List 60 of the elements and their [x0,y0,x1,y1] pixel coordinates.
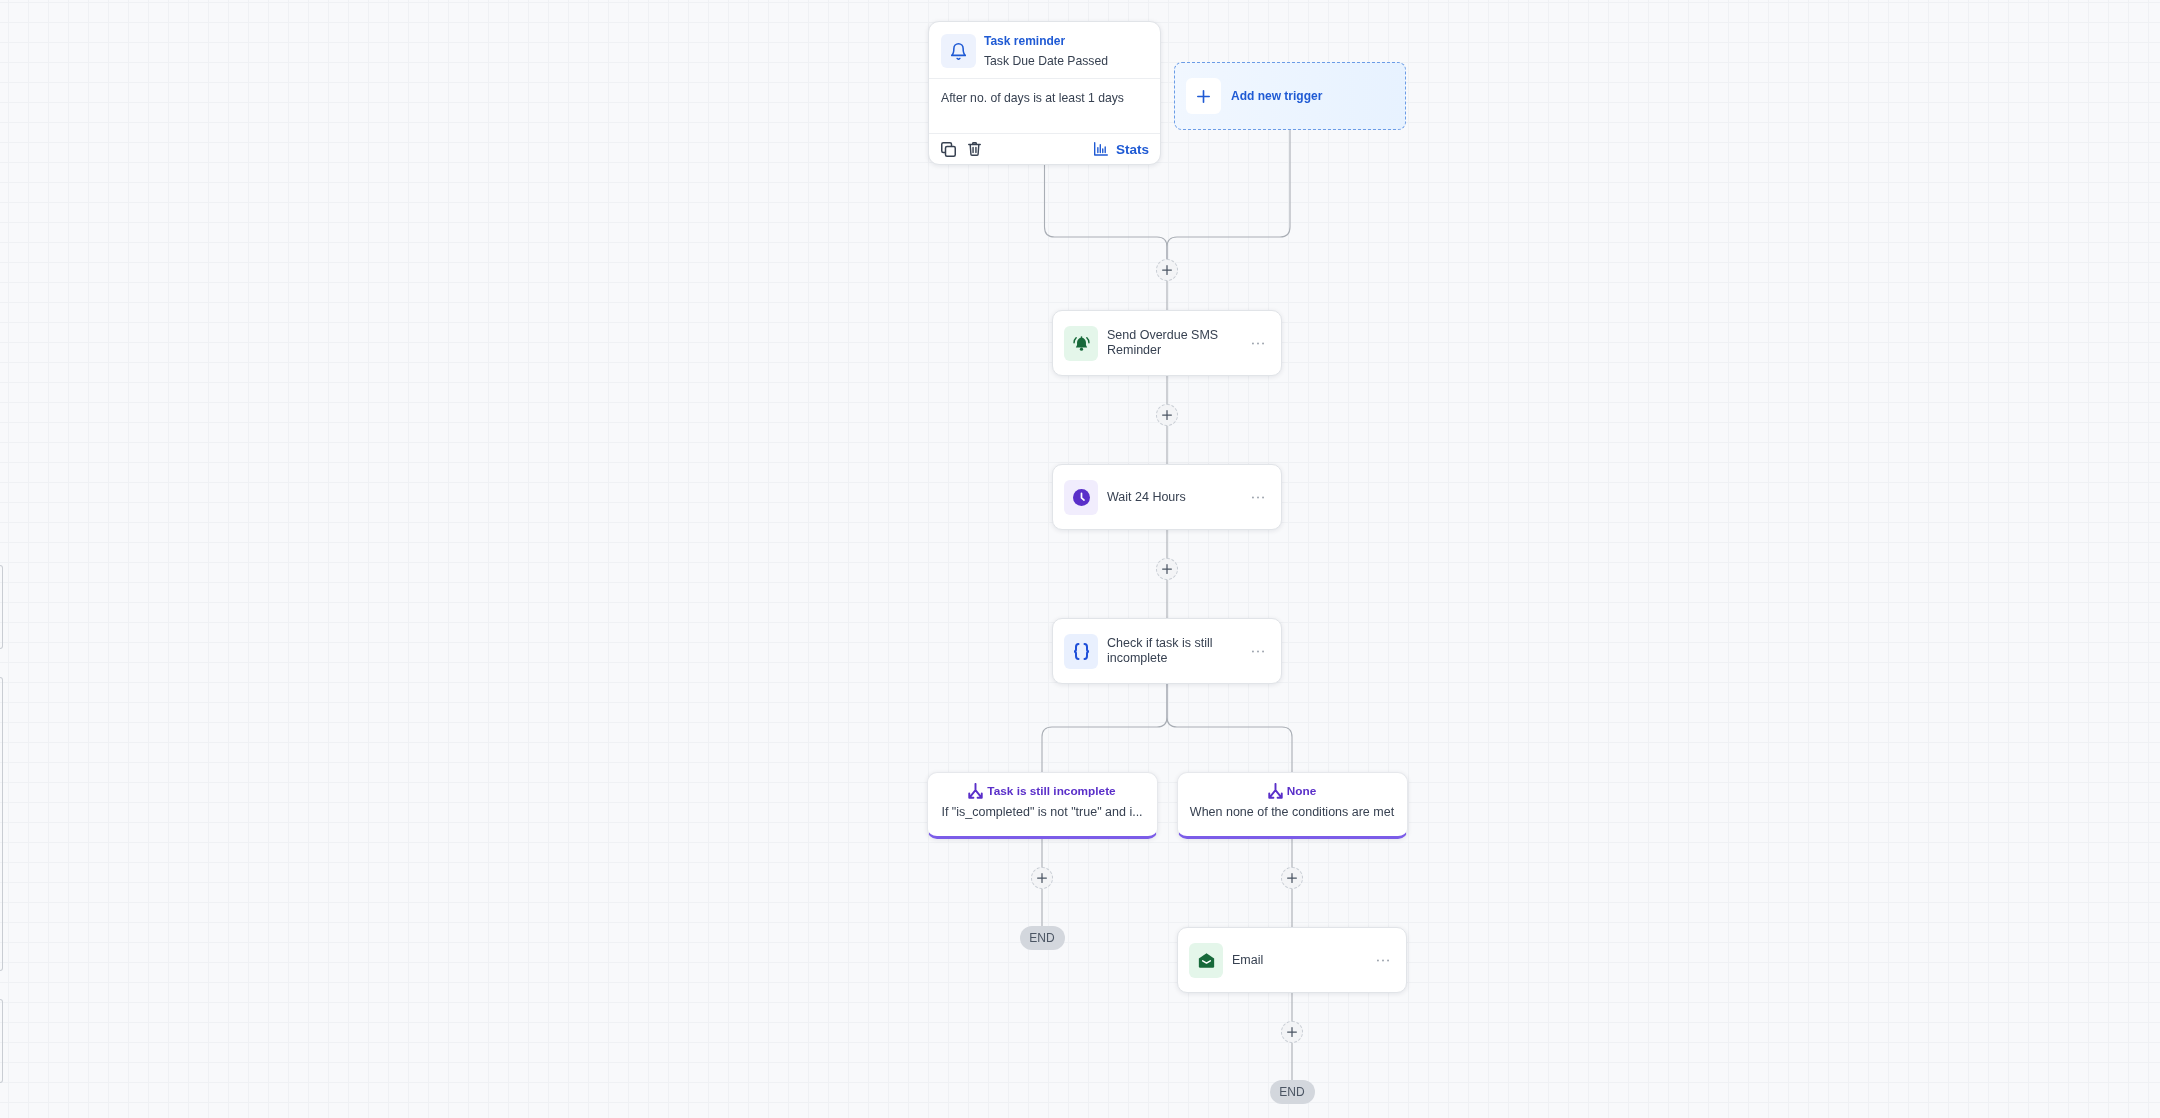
branch-description: If "is_completed" is not "true" and i... [941,804,1143,820]
branch-card[interactable]: Task is still incomplete If "is_completed" is not "true" and i... [926,772,1158,839]
ringing-bell-icon [1064,325,1098,361]
connector-line [1291,1042,1293,1081]
step-label: Send Overdue SMS Reminder [1107,328,1220,358]
connector-line [1291,992,1293,1022]
more-icon[interactable] [1252,341,1264,345]
connector-line [1041,838,1043,868]
plus-icon [1186,78,1221,114]
connector-line [1166,280,1168,311]
branch-title: Task is still incomplete [987,783,1116,800]
trigger-card[interactable]: Task reminder Task Due Date Passed After no. of days is at least 1 days Stats [928,21,1161,165]
plus-icon [1162,564,1172,574]
plus-icon [1287,873,1297,883]
braces-icon [1064,633,1098,669]
branch-title: None [1286,783,1317,800]
connector-line [1291,838,1293,868]
trigger-condition: After no. of days is at least 1 days [941,91,1124,105]
step-label: Wait 24 Hours [1107,489,1187,505]
end-marker: END [1269,1080,1315,1104]
stats-button[interactable]: Stats [1094,141,1149,157]
step-card[interactable]: Email [1177,927,1407,993]
envelope-icon [1189,942,1223,978]
add-step-button[interactable] [1156,404,1178,426]
connector-line [1166,579,1168,619]
split-icon [968,783,984,799]
trigger-title: Task reminder [984,33,1066,50]
split-icon [1267,783,1283,799]
connector-line [1291,888,1293,928]
trigger-event: Task Due Date Passed [984,53,1108,70]
add-step-button[interactable] [1156,259,1178,281]
plus-icon [1287,1027,1297,1037]
more-icon[interactable] [1252,649,1264,653]
step-card[interactable]: Check if task is still incomplete [1052,618,1282,684]
step-card[interactable]: Wait 24 Hours [1052,464,1282,530]
add-step-button[interactable] [1156,558,1178,580]
connector-line [1166,425,1168,465]
trash-icon[interactable] [968,142,981,156]
plus-icon [1162,265,1172,275]
branch-card[interactable]: None When none of the conditions are met [1176,772,1408,839]
connector-line [1166,375,1168,405]
plus-icon [1037,873,1047,883]
step-label: Email [1232,952,1265,968]
bell-icon [941,34,976,68]
connector-line [1041,888,1043,927]
bar-chart-icon [1094,142,1108,156]
connector-line [1166,529,1168,559]
step-label: Check if task is still incomplete [1107,636,1214,666]
step-card[interactable]: Send Overdue SMS Reminder [1052,310,1282,376]
add-step-button[interactable] [1281,867,1303,889]
end-marker: END [1019,926,1065,950]
branch-description: When none of the conditions are met [1189,804,1395,820]
add-step-button[interactable] [1281,1021,1303,1043]
copy-icon[interactable] [941,141,956,157]
more-icon[interactable] [1252,495,1264,499]
add-step-button[interactable] [1031,867,1053,889]
add-trigger-button[interactable]: Add new trigger [1174,62,1406,130]
more-icon[interactable] [1377,958,1389,962]
plus-icon [1162,410,1172,420]
clock-icon [1064,479,1098,515]
